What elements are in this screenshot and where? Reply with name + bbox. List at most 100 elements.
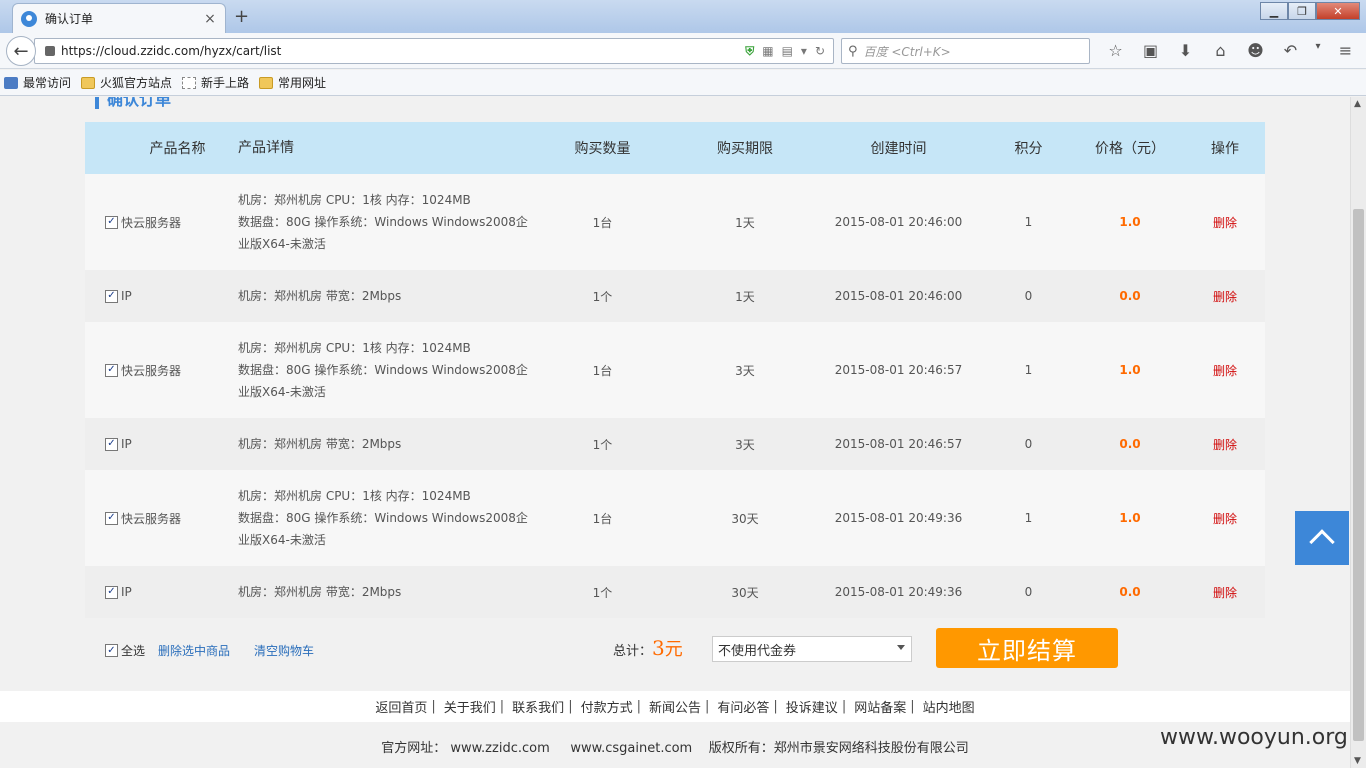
watermark: www.wooyun.org [1160,725,1348,750]
footer-link-payment[interactable]: 付款方式 [581,697,633,716]
search-bar[interactable]: ⚲ 百度 <Ctrl+K> [841,38,1090,64]
shield-icon[interactable]: ⛨ [745,44,754,59]
menu-icon[interactable]: ≡ [1328,41,1363,60]
row-checkbox[interactable]: ✓ [105,585,118,599]
row-checkbox[interactable]: ✓ [105,511,118,525]
page-icon [182,76,197,89]
reload-icon[interactable]: ↻ [815,44,825,58]
undo-icon[interactable]: ↶ [1273,41,1308,60]
row-score: 0 [1024,585,1033,599]
scroll-thumb[interactable] [1353,209,1364,741]
footer-link-home[interactable]: 返回首页 [375,697,427,716]
select-all[interactable]: ✓ 全选 [105,642,145,659]
row-qty: 1个 [592,289,613,304]
folder-icon [81,76,96,89]
bookmark-common-sites[interactable]: 常用网址 [259,74,326,91]
browser-toolbar: ☆ ▣ ⬇ ⌂ ☻ ↶ ▾ ≡ [1098,41,1363,60]
row-term: 3天 [735,363,755,378]
dropdown-arrow-icon[interactable]: ▾ [801,44,807,58]
footer-link-sitemap[interactable]: 站内地图 [923,697,975,716]
row-name: ✓ IP [85,585,230,599]
delete-link[interactable]: 删除 [1213,216,1237,230]
total-price: 总计：3元 [613,636,683,660]
coupon-select[interactable]: 不使用代金券 [712,636,912,662]
download-icon[interactable]: ⬇ [1168,41,1203,60]
url-text[interactable]: https://cloud.zzidc.com/hyzx/cart/list [61,44,745,58]
minimize-button[interactable]: ▁ [1260,2,1288,20]
home-icon[interactable]: ⌂ [1203,41,1238,60]
back-to-top-button[interactable] [1295,511,1349,565]
row-score: 0 [1024,437,1033,451]
table-header: 产品名称 产品详情 购买数量 购买期限 创建时间 积分 价格（元） 操作 [85,122,1265,174]
delete-link[interactable]: 删除 [1213,586,1237,600]
address-bar[interactable]: https://cloud.zzidc.com/hyzx/cart/list ⛨… [34,38,834,64]
footer-link-complaints[interactable]: 投诉建议 [786,697,838,716]
bookmarks-bar: 最常访问 火狐官方站点 新手上路 常用网址 [0,70,1366,96]
row-detail: 机房：郑州机房 带宽：2Mbps [238,585,402,599]
row-price: 1.0 [1119,363,1141,377]
row-name: ✓ 快云服务器 [85,362,230,379]
row-detail: 机房：郑州机房 CPU：1核 内存：1024MB 数据盘：80G 操作系统：Win… [238,489,528,547]
back-button[interactable]: ← [6,36,36,66]
search-icon: ⚲ [848,43,858,59]
row-qty: 1个 [592,585,613,600]
search-placeholder[interactable]: 百度 <Ctrl+K> [864,43,951,60]
row-checkbox[interactable]: ✓ [105,437,118,451]
row-time: 2015-08-01 20:49:36 [834,585,963,599]
header-name: 产品名称 [149,141,206,157]
row-detail: 机房：郑州机房 带宽：2Mbps [238,289,402,303]
delete-link[interactable]: 删除 [1213,290,1237,304]
browser-tab[interactable]: 确认订单 × [12,3,226,33]
bookmark-most-visited[interactable]: 最常访问 [4,74,71,91]
row-detail: 机房：郑州机房 带宽：2Mbps [238,437,402,451]
reader-view-icon[interactable]: ▤ [782,44,793,58]
page-content: 确认订单 产品名称 产品详情 购买数量 购买期限 创建时间 积分 价格（元） 操… [0,97,1350,768]
scroll-up-icon[interactable]: ▲ [1354,99,1361,109]
bookmarks-list-icon[interactable]: ▣ [1133,41,1168,60]
footer-link-about[interactable]: 关于我们 [444,697,496,716]
row-detail: 机房：郑州机房 CPU：1核 内存：1024MB 数据盘：80G 操作系统：Win… [238,341,528,399]
clear-cart-link[interactable]: 清空购物车 [254,642,314,659]
footer-link-contact[interactable]: 联系我们 [512,697,564,716]
chevron-up-icon [1309,529,1335,555]
delete-link[interactable]: 删除 [1213,438,1237,452]
row-price: 1.0 [1119,511,1141,525]
header-detail: 产品详情 [238,140,294,156]
tab-close-icon[interactable]: × [203,11,217,27]
bookmark-getting-started[interactable]: 新手上路 [182,74,249,91]
header-op: 操作 [1211,141,1239,157]
table-row: ✓ IP 机房：郑州机房 带宽：2Mbps 1个 3天 2015-08-01 20… [85,418,1265,470]
scroll-down-icon[interactable]: ▼ [1354,756,1361,766]
cart-footer: ✓ 全选 删除选中商品 清空购物车 总计：3元 不使用代金券 立即结算 [85,625,1265,675]
footer-link-news[interactable]: 新闻公告 [649,697,701,716]
bookmark-star-icon[interactable]: ☆ [1098,41,1133,60]
delete-link[interactable]: 删除 [1213,364,1237,378]
checkout-button[interactable]: 立即结算 [936,628,1118,668]
row-checkbox[interactable]: ✓ [105,363,118,377]
close-window-button[interactable]: ✕ [1316,2,1360,20]
footer-link-filing[interactable]: 网站备案 [854,697,906,716]
row-time: 2015-08-01 20:46:00 [834,215,963,229]
row-time: 2015-08-01 20:46:57 [834,437,963,451]
folder-icon [259,76,274,89]
new-tab-icon[interactable]: + [234,6,249,27]
chat-icon[interactable]: ☻ [1238,41,1273,60]
row-time: 2015-08-01 20:49:36 [834,511,963,525]
bookmark-firefox-site[interactable]: 火狐官方站点 [81,74,172,91]
dropdown-icon[interactable]: ▾ [1308,41,1328,60]
qr-code-icon[interactable]: ▦ [762,44,773,58]
row-price: 0.0 [1119,585,1141,599]
total-value: 3 [652,636,665,660]
footer-link-faq[interactable]: 有问必答 [717,697,769,716]
row-term: 30天 [731,585,759,600]
delete-selected-link[interactable]: 删除选中商品 [158,642,230,659]
row-checkbox[interactable]: ✓ [105,289,118,303]
row-time: 2015-08-01 20:46:57 [834,363,963,377]
select-all-checkbox[interactable]: ✓ [105,644,118,657]
table-row: ✓ IP 机房：郑州机房 带宽：2Mbps 1个 1天 2015-08-01 20… [85,270,1265,322]
table-row: ✓ 快云服务器 机房：郑州机房 CPU：1核 内存：1024MB 数据盘：80G 操… [85,174,1265,270]
page-scrollbar[interactable]: ▲ ▼ [1350,97,1366,768]
row-checkbox[interactable]: ✓ [105,215,118,229]
delete-link[interactable]: 删除 [1213,512,1237,526]
maximize-button[interactable]: ❐ [1288,2,1316,20]
